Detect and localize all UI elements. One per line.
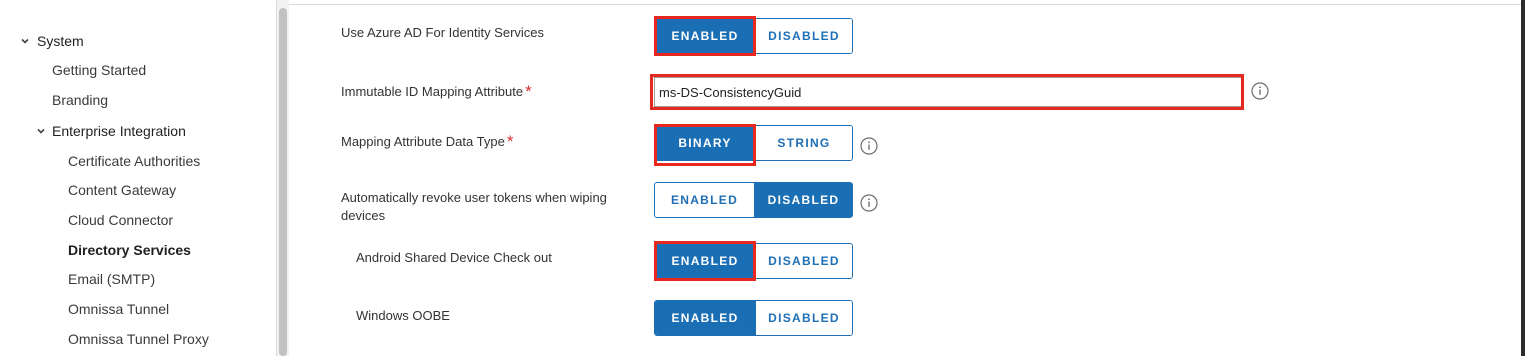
sidebar-item-directory-services[interactable]: Directory Services xyxy=(68,242,191,258)
sidebar-scrollbar-thumb[interactable] xyxy=(279,8,287,356)
android-shared-disabled-button[interactable]: DISABLED xyxy=(755,244,852,278)
windows-oobe-disabled-button[interactable]: DISABLED xyxy=(755,301,852,335)
sidebar-item-cloud-connector[interactable]: Cloud Connector xyxy=(68,212,173,228)
windows-oobe-enabled-button[interactable]: ENABLED xyxy=(655,301,755,335)
revoke-tokens-disabled-button[interactable]: DISABLED xyxy=(754,183,852,217)
android-shared-enabled-button[interactable]: ENABLED xyxy=(655,244,755,278)
info-icon[interactable] xyxy=(860,194,878,212)
required-marker: * xyxy=(525,82,532,101)
sidebar-item-omnissa-tunnel[interactable]: Omnissa Tunnel xyxy=(68,301,169,317)
revoke-tokens-enabled-button[interactable]: ENABLED xyxy=(655,183,754,217)
azure-ad-label: Use Azure AD For Identity Services xyxy=(341,25,545,40)
windows-oobe-label: Windows OOBE xyxy=(356,308,450,323)
sidebar-item-system[interactable]: System xyxy=(37,33,84,49)
sidebar-item-email-smtp[interactable]: Email (SMTP) xyxy=(68,271,155,287)
data-type-toggle: BINARY STRING xyxy=(654,125,853,161)
string-button[interactable]: STRING xyxy=(755,126,852,160)
info-icon[interactable] xyxy=(1251,82,1269,100)
sidebar-item-branding[interactable]: Branding xyxy=(52,92,108,108)
immutable-id-label: Immutable ID Mapping Attribute * xyxy=(341,82,532,101)
data-type-label-text: Mapping Attribute Data Type xyxy=(341,134,505,149)
android-shared-toggle: ENABLED DISABLED xyxy=(654,243,853,279)
android-shared-label: Android Shared Device Check out xyxy=(356,250,552,265)
revoke-tokens-toggle: ENABLED DISABLED xyxy=(654,182,853,218)
azure-ad-disabled-button[interactable]: DISABLED xyxy=(755,19,852,53)
settings-sidebar: System Getting Started Branding Enterpri… xyxy=(0,0,277,356)
chevron-down-icon[interactable] xyxy=(36,126,46,136)
sidebar-item-omnissa-tunnel-proxy[interactable]: Omnissa Tunnel Proxy xyxy=(68,331,209,347)
azure-ad-toggle: ENABLED DISABLED xyxy=(654,18,853,54)
azure-ad-enabled-button[interactable]: ENABLED xyxy=(655,19,755,53)
sidebar-item-enterprise-integration[interactable]: Enterprise Integration xyxy=(52,123,186,139)
binary-button[interactable]: BINARY xyxy=(655,126,755,160)
info-icon[interactable] xyxy=(860,137,878,155)
windows-oobe-toggle: ENABLED DISABLED xyxy=(654,300,853,336)
sidebar-item-getting-started[interactable]: Getting Started xyxy=(52,62,146,78)
required-marker: * xyxy=(506,132,514,151)
immutable-id-input[interactable] xyxy=(654,77,1242,107)
revoke-tokens-label: Automatically revoke user tokens when wi… xyxy=(341,190,607,223)
sidebar-item-certificate-authorities[interactable]: Certificate Authorities xyxy=(68,153,200,169)
window-edge xyxy=(1521,0,1525,356)
chevron-down-icon[interactable] xyxy=(20,36,30,46)
sidebar-item-content-gateway[interactable]: Content Gateway xyxy=(68,182,176,198)
immutable-id-label-text: Immutable ID Mapping Attribute xyxy=(341,84,524,99)
data-type-label: Mapping Attribute Data Type * xyxy=(341,132,513,151)
